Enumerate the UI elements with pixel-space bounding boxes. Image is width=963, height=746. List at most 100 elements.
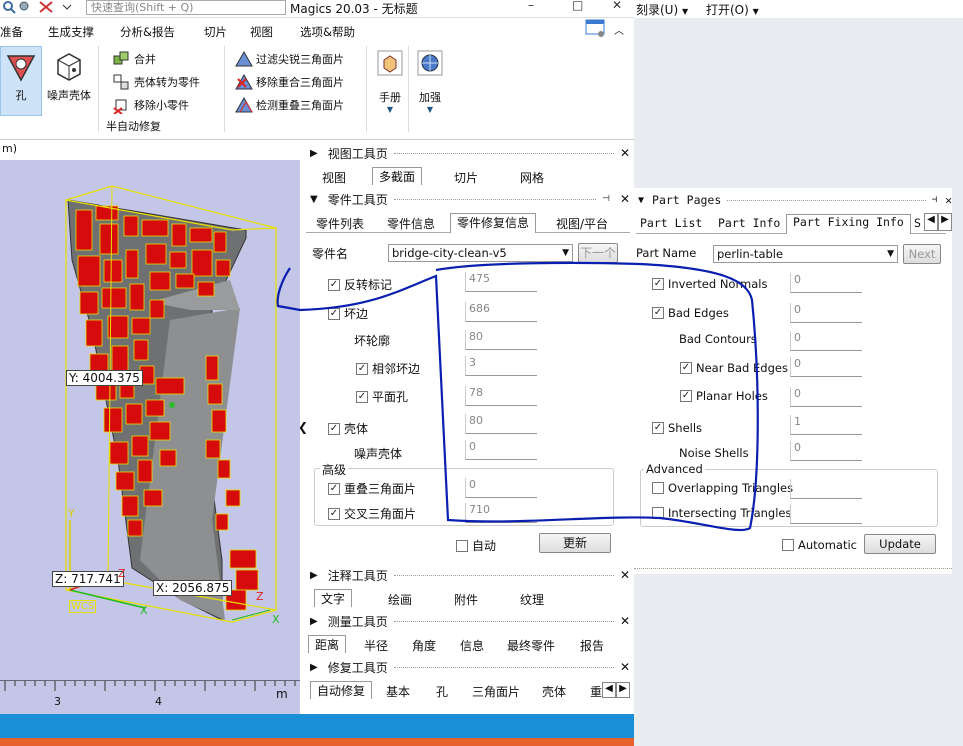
shell-to-part-button[interactable]: 壳体转为零件 — [112, 73, 200, 91]
tab-radius[interactable]: 半径 — [364, 637, 388, 654]
merge-button[interactable]: 合并 — [112, 50, 156, 68]
checkbox-checked[interactable]: ✓ — [356, 362, 368, 375]
tab-draw[interactable]: 绘画 — [388, 591, 412, 608]
tab-triangles[interactable]: 三角面片 — [472, 683, 520, 700]
tab-text[interactable]: 文字 — [314, 589, 353, 607]
checkbox-unchecked[interactable] — [456, 539, 468, 552]
tab-angle[interactable]: 角度 — [412, 637, 436, 654]
splitter-handle-icon[interactable]: ❮ — [298, 420, 308, 434]
overlapping-triangles-row[interactable]: ✓ 重叠三角面片 — [328, 480, 416, 497]
inverted-normals-row[interactable]: ✓ Inverted Normals — [652, 277, 767, 291]
checkbox-checked[interactable]: ✓ — [680, 362, 692, 374]
tab-texture[interactable]: 纹理 — [520, 591, 544, 608]
expand-arrow-icon[interactable]: ▶ — [310, 616, 318, 627]
tab-scroll-left-icon[interactable]: ◀ — [602, 682, 616, 698]
menu-burn[interactable]: 刻录(U) ▼ — [636, 1, 688, 18]
filter-sharp-triangles-button[interactable]: 过滤尖锐三角面片 — [234, 50, 344, 68]
checkbox-checked[interactable]: ✓ — [652, 422, 664, 434]
checkbox-checked[interactable]: ✓ — [356, 390, 368, 403]
close-icon[interactable]: ✕ — [620, 614, 630, 628]
expand-arrow-icon[interactable]: ▶ — [310, 570, 318, 581]
annotation-toolbar-header[interactable]: ▶ 注释工具页 ✕ — [310, 566, 630, 584]
checkbox-checked[interactable]: ✓ — [328, 482, 340, 495]
hole-button[interactable]: 孔 — [1, 50, 41, 103]
pin-icon[interactable]: ⊣ — [932, 195, 937, 205]
maximize-button[interactable]: □ — [572, 0, 583, 12]
collapse-arrow-icon[interactable]: ▼ — [638, 195, 644, 206]
close-icon[interactable]: ✕ — [620, 568, 630, 582]
menu-tab-view[interactable]: 视图 — [250, 24, 273, 40]
fix-toolbar-header[interactable]: ▶ 修复工具页 ✕ — [310, 658, 630, 676]
bad-edges-row[interactable]: ✓ 坏边 — [328, 305, 368, 322]
tab-part-list[interactable]: 零件列表 — [316, 215, 364, 232]
part-name-select[interactable]: perlin-table — [713, 245, 898, 263]
collapse-ribbon-icon[interactable]: ︿ — [614, 22, 624, 37]
menu-tab-options[interactable]: 选项&帮助 — [300, 24, 355, 40]
checkbox-checked[interactable]: ✓ — [328, 422, 340, 435]
checkbox-checked[interactable]: ✓ — [652, 278, 664, 290]
expand-arrow-icon[interactable]: ▶ — [310, 148, 318, 159]
inverted-normals-row[interactable]: ✓ 反转标记 — [328, 276, 392, 293]
tab-distance[interactable]: 距离 — [308, 635, 347, 653]
manual-dropdown-icon[interactable]: ▼ — [370, 105, 410, 114]
checkbox-checked[interactable]: ✓ — [680, 390, 692, 402]
collapse-arrow-icon[interactable]: ▼ — [310, 194, 318, 205]
menu-tab-prepare[interactable]: 准备 — [0, 24, 23, 40]
tab-part-info[interactable]: Part Info — [718, 216, 780, 230]
near-bad-edges-row[interactable]: ✓ Near Bad Edges — [680, 361, 788, 375]
part-pages-header[interactable]: ▼ Part Pages ⊣ ✕ — [638, 191, 952, 209]
bad-edges-row[interactable]: ✓ Bad Edges — [652, 306, 729, 320]
view-toolbar-header[interactable]: ▶ 视图工具页 ✕ — [310, 144, 630, 162]
auto-checkbox-row[interactable]: 自动 — [456, 537, 496, 554]
checkbox-unchecked[interactable] — [782, 539, 794, 551]
tab-part-info[interactable]: 零件信息 — [387, 215, 435, 232]
checkbox-checked[interactable]: ✓ — [328, 507, 340, 520]
shells-row[interactable]: ✓ Shells — [652, 421, 702, 435]
shells-row[interactable]: ✓ 壳体 — [328, 420, 368, 437]
next-button[interactable]: 下一个 — [578, 243, 618, 263]
checkbox-checked[interactable]: ✓ — [328, 307, 340, 320]
automatic-checkbox-row[interactable]: Automatic — [782, 538, 857, 552]
near-bad-edges-row[interactable]: ✓ 相邻坏边 — [356, 360, 420, 377]
detect-overlap-triangles-button[interactable]: 检测重叠三角面片 — [234, 96, 344, 114]
tab-scroll-right-icon[interactable]: ▶ — [616, 682, 630, 698]
tab-basic[interactable]: 基本 — [386, 683, 410, 700]
close-icon[interactable]: ✕ — [620, 192, 630, 206]
menu-tab-slice[interactable]: 切片 — [204, 24, 227, 40]
close-icon[interactable]: ✕ — [620, 660, 630, 674]
accelerate-dropdown-icon[interactable]: ▼ — [410, 105, 450, 114]
checkbox-unchecked[interactable] — [652, 507, 664, 519]
remove-small-parts-button[interactable]: 移除小零件 — [112, 96, 189, 115]
tab-info[interactable]: 信息 — [460, 637, 484, 654]
accelerate-button[interactable]: 加强 ▼ — [410, 48, 450, 114]
tab-shell[interactable]: 壳体 — [542, 683, 566, 700]
next-button[interactable]: Next — [903, 244, 941, 264]
tab-part-fixing-info[interactable]: 零件修复信息 — [450, 213, 537, 233]
dropdown-arrow-icon[interactable] — [62, 0, 72, 17]
close-icon[interactable]: ✕ — [620, 146, 630, 160]
planar-holes-row[interactable]: ✓ 平面孔 — [356, 388, 408, 405]
menu-tab-support[interactable]: 生成支撑 — [48, 24, 94, 40]
search-icon[interactable] — [2, 0, 16, 17]
overlapping-triangles-row[interactable]: Overlapping Triangles — [652, 481, 793, 495]
tab-auto-fix[interactable]: 自动修复 — [310, 681, 373, 699]
part-name-select[interactable]: bridge-city-clean-v5 — [388, 244, 573, 262]
tab-more[interactable]: 重 — [590, 683, 602, 700]
noise-shell-button[interactable]: 噪声壳体 — [46, 50, 92, 103]
tab-slice[interactable]: 切片 — [454, 169, 478, 186]
zoom-icon[interactable] — [18, 0, 32, 17]
tab-part-fixing-info[interactable]: Part Fixing Info — [786, 214, 911, 234]
3d-model[interactable] — [0, 160, 300, 680]
intersecting-triangles-row[interactable]: ✓ 交叉三角面片 — [328, 505, 416, 522]
close-button[interactable]: ✕ — [612, 0, 622, 12]
minimize-button[interactable]: – — [528, 0, 534, 12]
tab-hole[interactable]: 孔 — [436, 683, 448, 700]
planar-holes-row[interactable]: ✓ Planar Holes — [680, 389, 768, 403]
tab-view[interactable]: 视图 — [322, 169, 346, 186]
tab-report[interactable]: 报告 — [580, 637, 604, 654]
tab-mesh[interactable]: 网格 — [520, 169, 544, 186]
menu-tab-analysis[interactable]: 分析&报告 — [120, 24, 175, 40]
update-button[interactable]: 更新 — [539, 533, 611, 553]
tab-multi-section[interactable]: 多截面 — [372, 167, 423, 185]
pin-icon[interactable]: ⊣ — [602, 194, 610, 204]
